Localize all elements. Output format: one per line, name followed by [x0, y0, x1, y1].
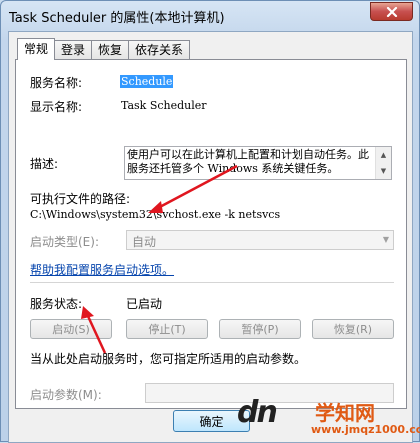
general-panel: 服务名称: Schedule 显示名称: Task Scheduler 描述: …: [15, 59, 407, 409]
start-params-label: 启动参数(M):: [30, 388, 102, 402]
tab-logon[interactable]: 登录: [54, 40, 93, 60]
watermark-url: www.jmqz1000.com: [311, 423, 420, 436]
tab-general[interactable]: 常规: [17, 38, 56, 60]
resume-button[interactable]: 恢复(R): [312, 319, 394, 339]
close-button[interactable]: [370, 2, 413, 21]
scroll-up-icon[interactable]: ▲: [376, 147, 391, 163]
description-box[interactable]: 使用户可以在此计算机上配置和计划自动任务。此服务还托管多个 Windows 系统…: [124, 146, 392, 180]
watermark-brand: 学知网: [315, 401, 375, 425]
service-status-value: 已启动: [126, 297, 163, 311]
stop-button[interactable]: 停止(T): [126, 319, 208, 339]
properties-window: Task Scheduler 的属性(本地计算机) 常规 登录 恢复 依存关系 …: [0, 0, 420, 443]
tab-dependencies[interactable]: 依存关系: [128, 40, 191, 60]
close-icon: [386, 6, 397, 17]
start-button[interactable]: 启动(S): [30, 319, 112, 339]
startup-help-link[interactable]: 帮助我配置服务启动选项。: [30, 261, 174, 278]
dialog-body: 常规 登录 恢复 依存关系 服务名称: Schedule 显示名称: Task …: [8, 31, 413, 443]
description-scrollbar[interactable]: ▲ ▼: [375, 147, 391, 179]
display-name-label: 显示名称:: [30, 100, 83, 114]
pause-button[interactable]: 暂停(P): [219, 319, 301, 339]
start-hint-text: 当从此处启动服务时，您可指定所适用的启动参数。: [30, 352, 307, 366]
tab-strip: 常规 登录 恢复 依存关系: [17, 38, 191, 60]
startup-type-select[interactable]: 自动 ▼: [126, 230, 394, 250]
tab-recovery[interactable]: 恢复: [91, 40, 130, 60]
chevron-down-icon: ▼: [382, 235, 389, 244]
divider: [30, 282, 394, 283]
service-name-value[interactable]: Schedule: [120, 75, 174, 88]
startup-type-label: 启动类型(E):: [30, 235, 99, 249]
watermark: dn 学知网 www.jmqz1000.com: [233, 393, 420, 441]
startup-type-value: 自动: [132, 235, 157, 249]
display-name-value[interactable]: Task Scheduler: [121, 99, 207, 112]
description-text: 使用户可以在此计算机上配置和计划自动任务。此服务还托管多个 Windows 系统…: [127, 148, 369, 175]
description-label: 描述:: [30, 157, 59, 171]
title-bar[interactable]: Task Scheduler 的属性(本地计算机): [1, 1, 419, 29]
exe-path-label: 可执行文件的路径:: [30, 192, 131, 206]
service-name-label: 服务名称:: [30, 76, 83, 90]
service-status-label: 服务状态:: [30, 297, 83, 311]
watermark-logo: dn: [237, 395, 278, 430]
scroll-down-icon[interactable]: ▼: [376, 163, 391, 179]
exe-path-value: C:\Windows\system32\svchost.exe -k netsv…: [30, 208, 281, 221]
window-title: Task Scheduler 的属性(本地计算机): [9, 11, 225, 26]
